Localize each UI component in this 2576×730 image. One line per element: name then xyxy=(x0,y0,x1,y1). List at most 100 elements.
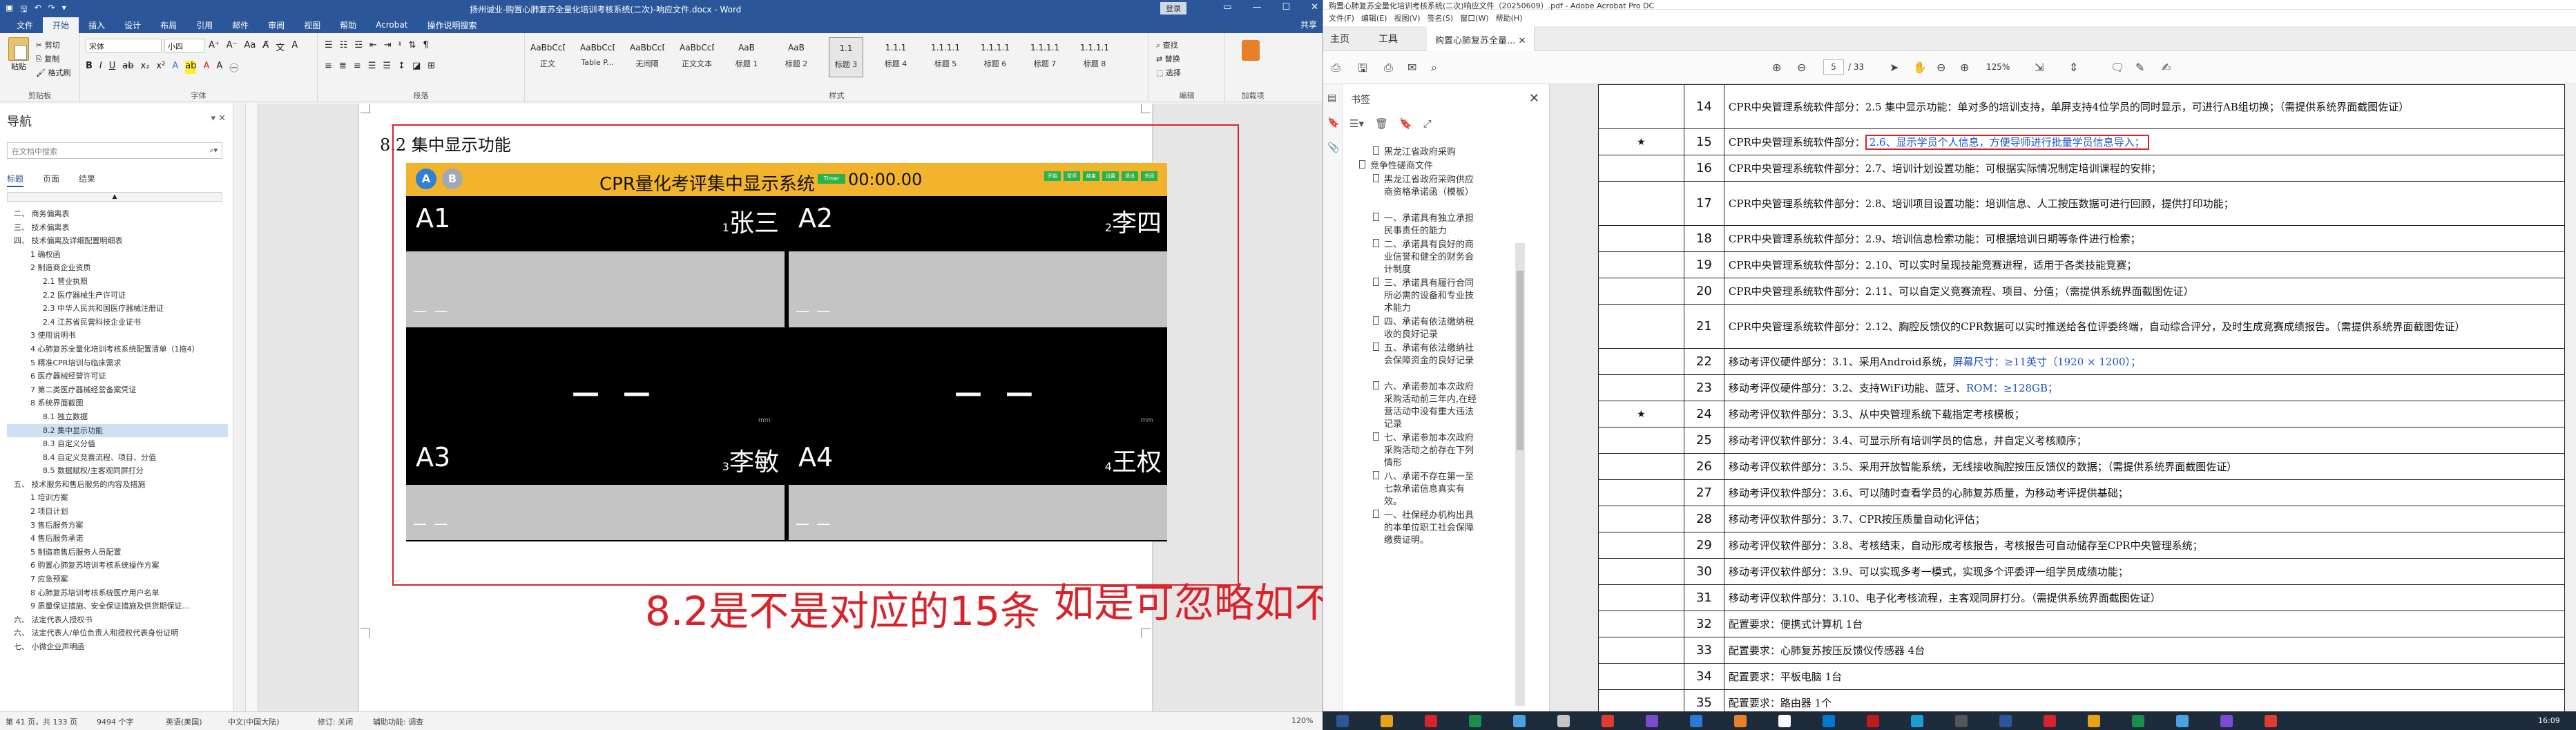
shading-icon[interactable]: ◪ xyxy=(412,61,421,71)
zoom-out-icon[interactable]: ⊖ xyxy=(1936,61,1945,74)
font-size-select[interactable]: 小四 xyxy=(164,39,204,52)
pdf-scrollbar[interactable] xyxy=(2566,84,2576,711)
tab-help[interactable]: 帮助 xyxy=(330,17,366,33)
zoom-level[interactable]: 125% xyxy=(1986,62,2010,72)
nav-heading-item[interactable]: 6 购置心肺复苏培训考核系统操作方案 xyxy=(7,559,228,573)
menu-edit[interactable]: 编辑(E) xyxy=(1361,12,1387,23)
underline-icon[interactable]: U xyxy=(109,61,116,74)
bookmark-item[interactable]: 黑龙江省政府采购 xyxy=(1373,146,1467,159)
line-spacing-icon[interactable]: ↕ xyxy=(398,61,405,71)
decrease-indent-icon[interactable]: ⇤ xyxy=(369,40,377,50)
customize-qat-icon[interactable]: ▾ xyxy=(62,3,66,17)
tab-file[interactable]: 文件 xyxy=(7,17,43,33)
track-changes[interactable]: 修订: 关闭 xyxy=(318,716,353,727)
style-option[interactable]: 1.1.1.1 标题 5 xyxy=(928,37,963,77)
bookmark-item[interactable]: 四、承诺有依法缴纳税收的良好记录 xyxy=(1373,316,1481,341)
taskbar-app-icon[interactable] xyxy=(1955,715,1968,727)
tab-review[interactable]: 审阅 xyxy=(258,17,294,33)
taskbar-app-icon[interactable] xyxy=(2265,715,2277,727)
find-button[interactable]: ⌕ 查找 xyxy=(1156,39,1181,52)
minimize-icon[interactable]: — xyxy=(1252,2,1261,12)
increase-indent-icon[interactable]: ⇥ xyxy=(384,40,392,50)
navigation-close-icon[interactable]: ▾ ✕ xyxy=(211,113,226,124)
bullets-icon[interactable]: ☰ xyxy=(325,40,333,50)
nav-heading-item[interactable]: 8.5 数据赋权/主客观同屏打分 xyxy=(7,464,228,478)
tab-headings[interactable]: 标题 xyxy=(7,173,24,187)
taskbar-app-icon[interactable] xyxy=(1823,715,1835,727)
nav-heading-item[interactable]: 5 精准CPR培训与临床需求 xyxy=(7,356,228,370)
distributed-icon[interactable]: ☰ xyxy=(383,61,391,71)
prev-page-icon[interactable]: ⊕ xyxy=(1772,61,1781,74)
nav-heading-item[interactable]: 6 医疗器械经营许可证 xyxy=(7,369,228,383)
format-painter-button[interactable]: 🖌 格式刷 xyxy=(36,66,70,80)
pdf-page[interactable]: 14 CPR中央管理系统软件部分：2.5 集中显示功能：单对多的培训支持，单屏支持… xyxy=(1598,84,2566,730)
text-effects-icon[interactable]: A xyxy=(172,61,178,74)
taskbar-app-icon[interactable] xyxy=(1336,715,1349,727)
taskbar-app-icon[interactable] xyxy=(1646,715,1658,727)
align-right-icon[interactable]: ≡ xyxy=(354,61,361,71)
taskbar-app-icon[interactable] xyxy=(1602,715,1614,727)
tab-acrobat[interactable]: Acrobat xyxy=(366,18,417,32)
nav-heading-item[interactable]: 8.3 自定义分值 xyxy=(7,437,228,451)
page-count[interactable]: 第 41 页，共 133 页 xyxy=(6,716,77,727)
style-option[interactable]: AaBbCcDd 正文 xyxy=(530,37,565,77)
tab-tools[interactable]: 工具 xyxy=(1378,32,1398,46)
taskbar-app-icon[interactable] xyxy=(1381,715,1393,727)
style-option[interactable]: AaB 标题 1 xyxy=(729,37,764,77)
bookmark-options-icon[interactable]: ☰▾ xyxy=(1349,117,1364,130)
menu-file[interactable]: 文件(F) xyxy=(1329,12,1354,23)
style-option[interactable]: 1.1.1.1 标题 8 xyxy=(1077,37,1112,77)
justify-icon[interactable]: ☰ xyxy=(368,61,376,71)
tab-layout[interactable]: 布局 xyxy=(151,17,186,33)
show-marks-icon[interactable]: ¶ xyxy=(423,40,428,50)
tab-design[interactable]: 设计 xyxy=(115,17,151,33)
email-icon[interactable]: ✉ xyxy=(1407,61,1416,74)
zoom-in-icon[interactable]: ⊕ xyxy=(1960,61,1969,74)
navigation-search-input[interactable]: 在文档中搜索 ⌕▾ xyxy=(7,142,222,159)
scroll-up-button[interactable]: ▲ xyxy=(7,192,222,202)
new-bookmark-icon[interactable]: 🔖 xyxy=(1399,117,1412,130)
nav-heading-item[interactable]: 2.4 江苏省民营科技企业证书 xyxy=(7,316,228,329)
menu-sign[interactable]: 签名(S) xyxy=(1428,12,1454,23)
bookmark-item[interactable]: 一、社保经办机构出具的本单位职工社会保障缴费证明。 xyxy=(1373,510,1481,547)
font-color-icon[interactable]: A xyxy=(203,61,209,74)
bookmarks-icon[interactable]: 🔖 xyxy=(1327,117,1339,128)
nav-heading-item[interactable]: 1 培训方案 xyxy=(7,491,228,505)
align-left-icon[interactable]: ≡ xyxy=(325,61,332,71)
nav-heading-item[interactable]: 七、 小微企业声明函 xyxy=(7,640,228,654)
tab-references[interactable]: 引用 xyxy=(186,17,222,33)
highlight-pen-icon[interactable]: ✎ xyxy=(2135,61,2144,74)
font-name-select[interactable]: 宋体 xyxy=(86,39,162,52)
nav-heading-item[interactable]: 2.3 中华人民共和国医疗器械注册证 xyxy=(7,302,228,316)
style-option[interactable]: 1.1.1.1 标题 6 xyxy=(978,37,1012,77)
taskbar-app-icon[interactable] xyxy=(1778,715,1791,727)
close-tab-icon[interactable]: ✕ xyxy=(1519,36,1526,46)
sign-icon[interactable]: ✍ xyxy=(2162,61,2171,74)
nav-heading-item[interactable]: 8.1 独立数据 xyxy=(7,410,228,424)
nav-heading-item[interactable]: 2 制造商企业资质 xyxy=(7,261,228,275)
superscript-icon[interactable]: x² xyxy=(156,61,165,74)
nav-heading-item[interactable]: 三、 技术偏离表 xyxy=(7,221,228,235)
tab-document[interactable]: 购置心肺复苏全量... ✕ xyxy=(1427,26,1535,51)
char-border-icon[interactable]: A xyxy=(291,40,298,53)
bookmarks-scrollbar[interactable] xyxy=(1515,243,1525,706)
nav-heading-item[interactable]: 8 系统界面截图 xyxy=(7,396,228,410)
menu-window[interactable]: 窗口(W) xyxy=(1460,12,1488,23)
tab-mailings[interactable]: 邮件 xyxy=(222,17,258,33)
taskbar-app-icon[interactable] xyxy=(2044,715,2056,727)
taskbar-app-icon[interactable] xyxy=(1911,715,1923,727)
bookmark-item[interactable]: 三、承诺具有履行合同所必需的设备和专业技术能力 xyxy=(1373,278,1481,315)
attachments-icon[interactable]: 📎 xyxy=(1327,142,1339,153)
tell-me-search[interactable]: 操作说明搜索 xyxy=(417,17,486,33)
close-bookmarks-icon[interactable]: ✕ xyxy=(1529,91,1539,106)
accessibility[interactable]: 辅助功能: 调查 xyxy=(373,716,423,727)
nav-heading-item[interactable]: 8 心肺复苏培训考核系统医疗用户名单 xyxy=(7,586,228,600)
nav-heading-item[interactable]: 4 心肺复苏全量化培训考核系统配置清单（1拖4） xyxy=(7,343,228,356)
nav-heading-item[interactable]: 六、 法定代表人/单位负责人和授权代表身份证明 xyxy=(7,626,228,640)
input-mode[interactable]: 中文(中国大陆) xyxy=(228,716,280,727)
align-center-icon[interactable]: ≣ xyxy=(339,61,347,71)
taskbar-app-icon[interactable] xyxy=(1690,715,1702,727)
italic-icon[interactable]: I xyxy=(99,61,102,74)
enclose-char-icon[interactable]: ㊀ xyxy=(229,61,238,74)
style-option[interactable]: AaBbCcDd 正文文本 xyxy=(680,37,714,77)
